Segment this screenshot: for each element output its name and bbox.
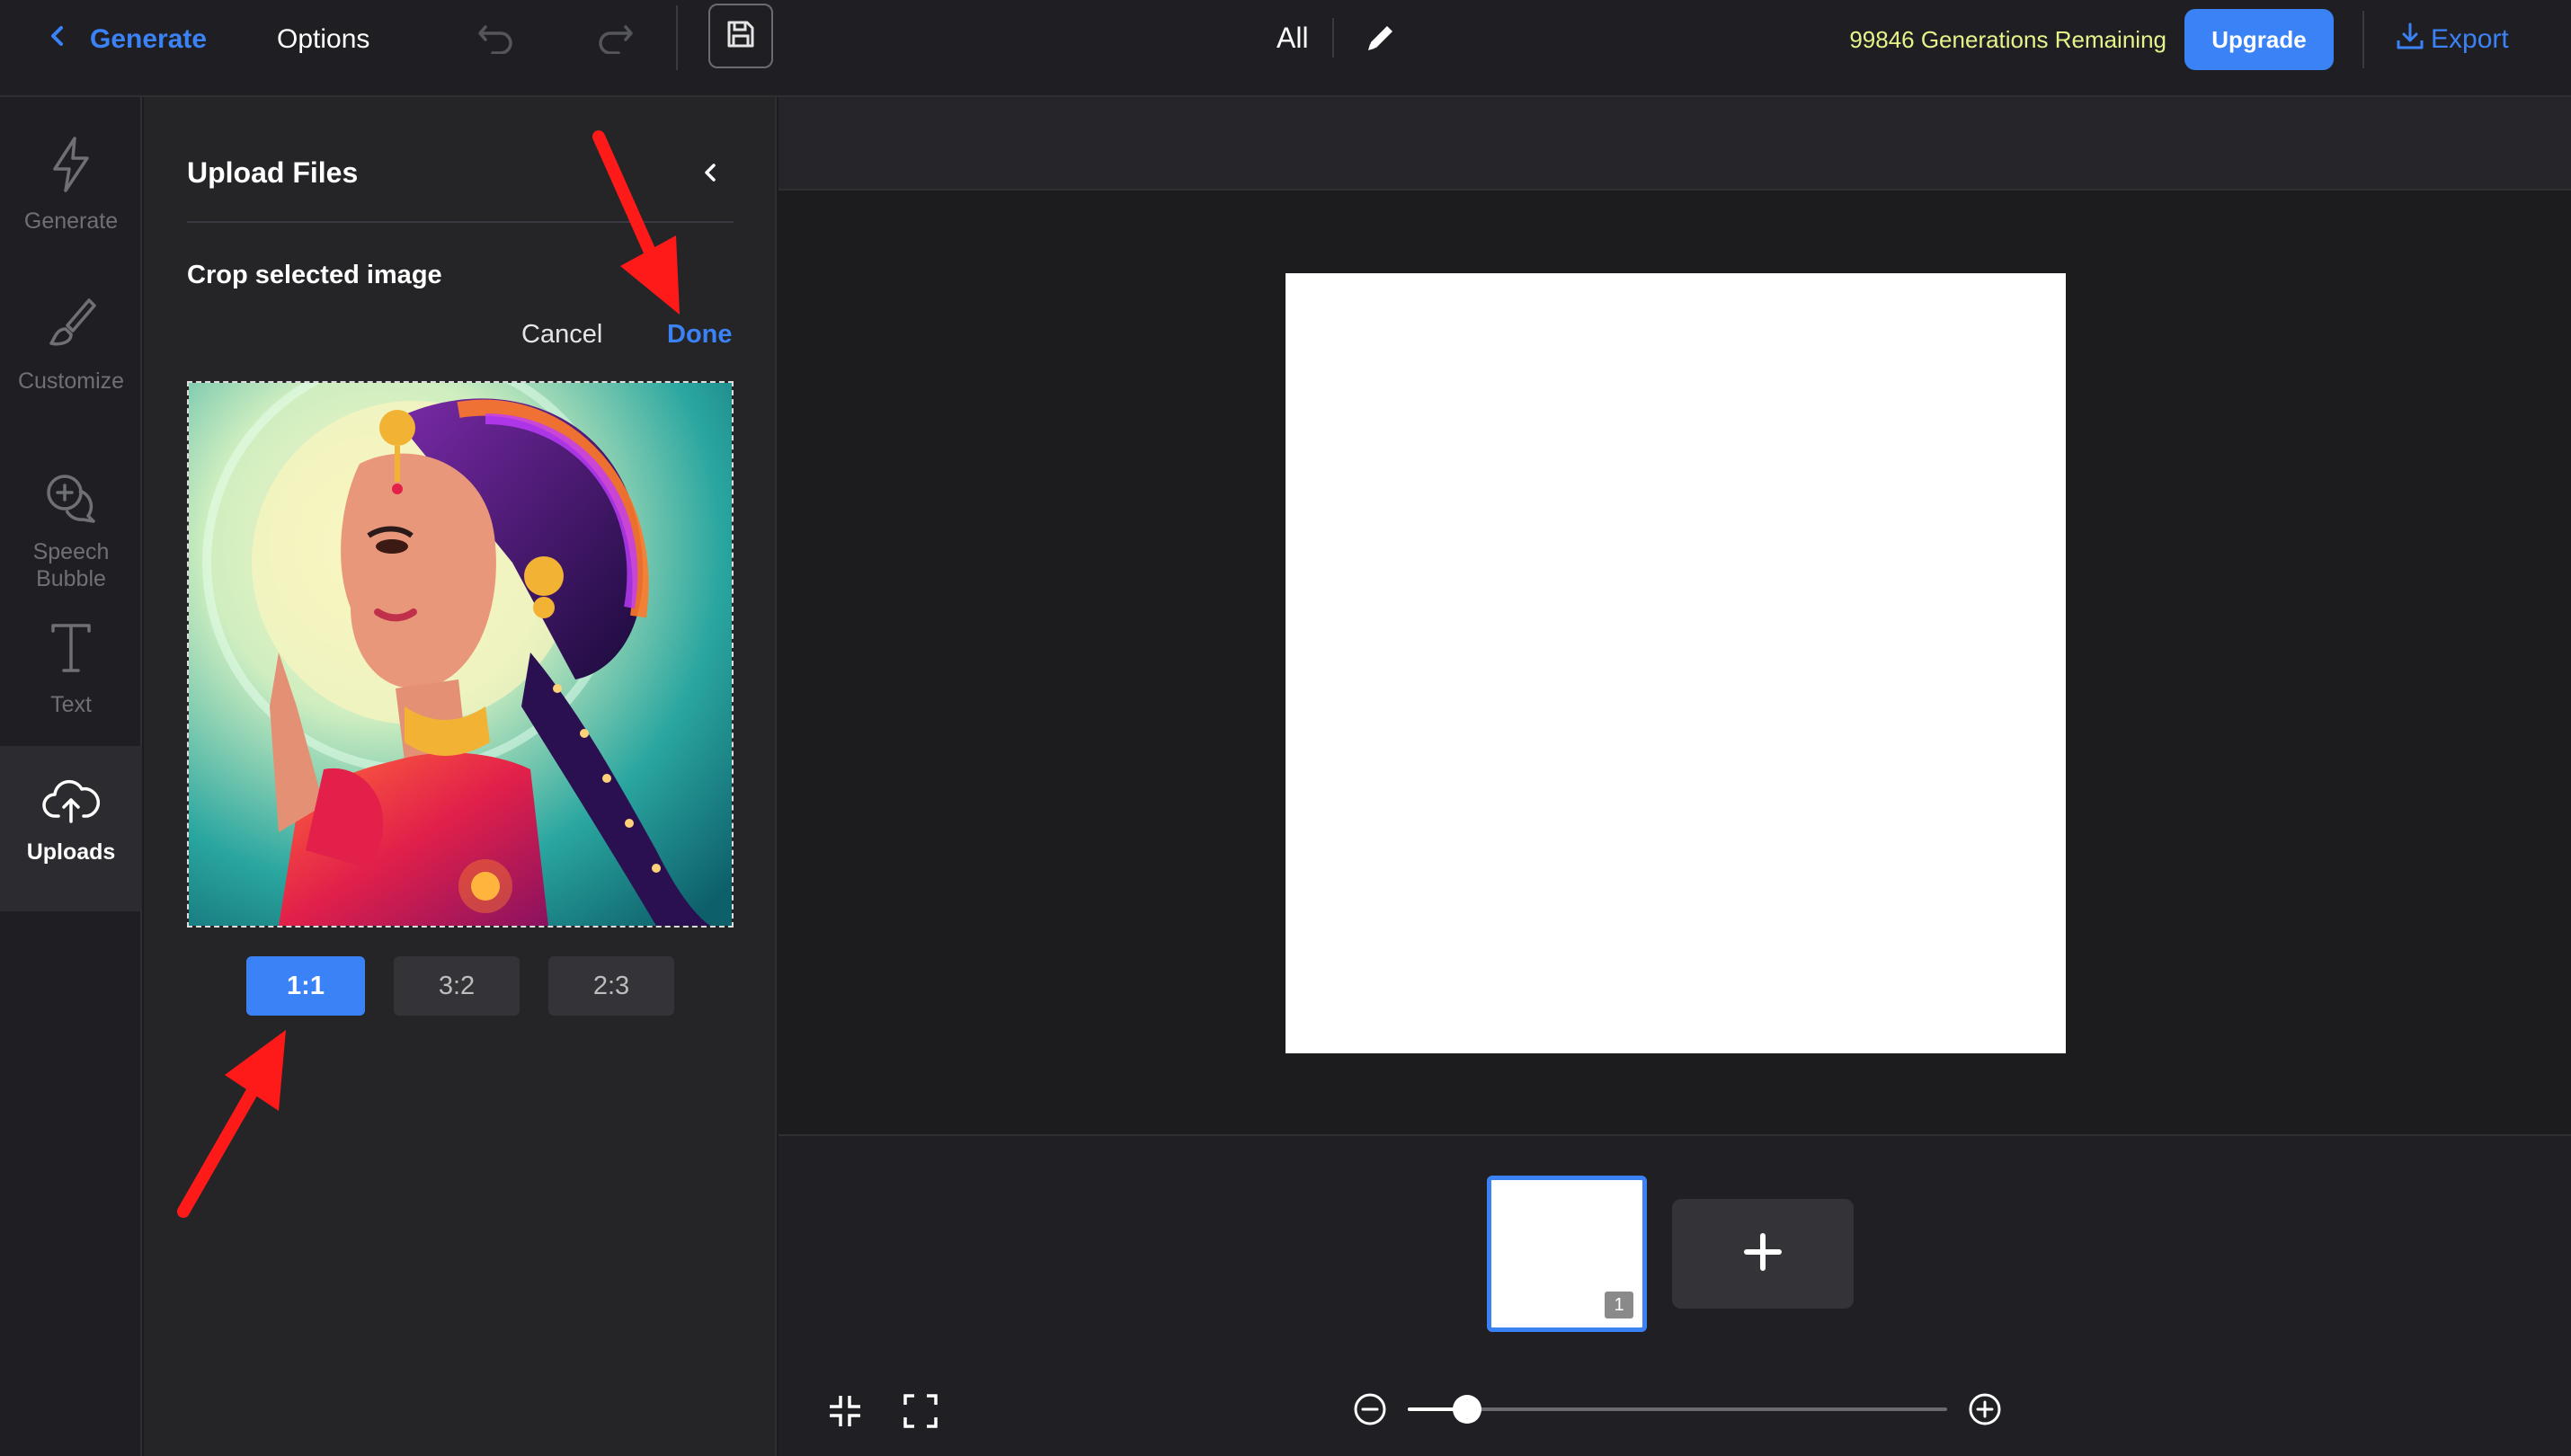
- red-arrow-to-ratio: [177, 1030, 286, 1218]
- annotation-overlay: [177, 130, 680, 1218]
- red-arrow-to-done: [592, 130, 680, 315]
